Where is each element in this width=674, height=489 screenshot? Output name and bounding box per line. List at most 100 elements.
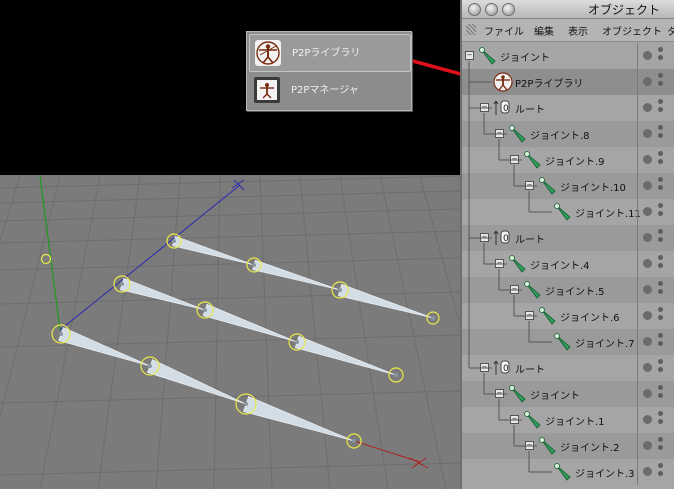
visibility-dots[interactable] bbox=[658, 125, 664, 143]
layer-dot[interactable] bbox=[643, 441, 652, 450]
visibility-dots[interactable] bbox=[658, 255, 664, 273]
popup-item-p2p-manager[interactable]: P2Pマネージャ bbox=[249, 72, 409, 108]
joint-icon bbox=[523, 410, 543, 430]
layer-dot[interactable] bbox=[643, 51, 652, 60]
joint-center-dot bbox=[120, 282, 124, 286]
vitruvian-icon bbox=[255, 40, 281, 66]
collapse-toggle[interactable]: − bbox=[465, 51, 474, 60]
joint-icon bbox=[508, 254, 528, 274]
visibility-dots[interactable] bbox=[658, 437, 664, 455]
collapse-toggle[interactable]: − bbox=[495, 389, 504, 398]
tree-row[interactable]: − 0 ルート bbox=[462, 225, 674, 251]
menu-object[interactable]: オブジェクト bbox=[602, 23, 662, 38]
collapse-toggle[interactable]: − bbox=[495, 129, 504, 138]
layer-dot[interactable] bbox=[643, 467, 652, 476]
tree-row[interactable]: − ジョイント bbox=[462, 381, 674, 407]
joint-center-dot bbox=[394, 373, 398, 377]
layer-dot[interactable] bbox=[643, 259, 652, 268]
visibility-dots[interactable] bbox=[658, 307, 664, 325]
menu-view[interactable]: 表示 bbox=[568, 23, 588, 38]
joint-center-dot bbox=[244, 402, 248, 406]
visibility-dots[interactable] bbox=[658, 463, 664, 481]
collapse-toggle[interactable]: − bbox=[510, 285, 519, 294]
minimize-button[interactable] bbox=[485, 3, 498, 16]
layer-dot[interactable] bbox=[643, 129, 652, 138]
visibility-dots[interactable] bbox=[658, 203, 664, 221]
tree-item-label: ジョイント.3 bbox=[575, 469, 635, 480]
visibility-dots[interactable] bbox=[658, 411, 664, 429]
visibility-dots[interactable] bbox=[658, 73, 664, 91]
window-title-bar[interactable]: オブジェクト bbox=[462, 0, 674, 19]
column-divider bbox=[637, 433, 638, 459]
tree-item-label: ルート bbox=[515, 105, 545, 116]
tree-item-label: ジョイント.5 bbox=[545, 287, 605, 298]
tree-row[interactable]: ジョイント.11 bbox=[462, 199, 674, 225]
visibility-dots[interactable] bbox=[658, 99, 664, 117]
tree-row[interactable]: P2Pライブラリ bbox=[462, 69, 674, 95]
tree-row[interactable]: − ジョイント.8 bbox=[462, 121, 674, 147]
menu-tag[interactable]: タ bbox=[667, 23, 674, 38]
visibility-dots[interactable] bbox=[658, 151, 664, 169]
tree-row[interactable]: − 0 ルート bbox=[462, 355, 674, 381]
collapse-toggle[interactable]: − bbox=[480, 103, 489, 112]
tree-item-label: ジョイント.8 bbox=[530, 131, 590, 142]
tree-row[interactable]: ジョイント.7 bbox=[462, 329, 674, 355]
visibility-dots[interactable] bbox=[658, 333, 664, 351]
tree-item-label: ジョイント.1 bbox=[545, 417, 605, 428]
collapse-toggle[interactable]: − bbox=[480, 233, 489, 242]
visibility-dots[interactable] bbox=[658, 47, 664, 65]
collapse-toggle[interactable]: − bbox=[525, 441, 534, 450]
visibility-dots[interactable] bbox=[658, 229, 664, 247]
layer-dot[interactable] bbox=[643, 233, 652, 242]
tree-row[interactable]: − ジョイント.5 bbox=[462, 277, 674, 303]
collapse-toggle[interactable]: − bbox=[510, 155, 519, 164]
layer-dot[interactable] bbox=[643, 389, 652, 398]
visibility-dots[interactable] bbox=[658, 385, 664, 403]
tree-item-label: ジョイント bbox=[500, 53, 550, 64]
visibility-dots[interactable] bbox=[658, 281, 664, 299]
object-tree[interactable]: − ジョイント P2Pライブラリ − 0 ルート − ジョイント.8 − ジョイント.9 − ジョイン… bbox=[462, 43, 674, 489]
collapse-toggle[interactable]: − bbox=[480, 363, 489, 372]
tree-row[interactable]: − ジョイント.9 bbox=[462, 147, 674, 173]
joint-icon bbox=[538, 176, 558, 196]
menu-edit[interactable]: 編集 bbox=[534, 23, 554, 38]
layer-dot[interactable] bbox=[643, 155, 652, 164]
collapse-toggle[interactable]: − bbox=[525, 311, 534, 320]
joint-icon bbox=[553, 202, 573, 222]
tree-row[interactable]: − ジョイント.1 bbox=[462, 407, 674, 433]
layer-dot[interactable] bbox=[643, 311, 652, 320]
layer-dot[interactable] bbox=[643, 363, 652, 372]
zoom-button[interactable] bbox=[502, 3, 515, 16]
layer-dot[interactable] bbox=[643, 285, 652, 294]
layer-dot[interactable] bbox=[643, 103, 652, 112]
column-divider bbox=[637, 147, 638, 173]
layer-dot[interactable] bbox=[643, 77, 652, 86]
tree-row[interactable]: − ジョイント.10 bbox=[462, 173, 674, 199]
layer-dot[interactable] bbox=[643, 415, 652, 424]
layer-dot[interactable] bbox=[643, 207, 652, 216]
tree-row[interactable]: − ジョイント.2 bbox=[462, 433, 674, 459]
visibility-dots[interactable] bbox=[658, 177, 664, 195]
popup-item-p2p-library[interactable]: P2Pライブラリ bbox=[249, 34, 411, 72]
vitruvian-manager-icon bbox=[254, 77, 280, 103]
joint-icon bbox=[523, 150, 543, 170]
visibility-dots[interactable] bbox=[658, 359, 664, 377]
tree-row[interactable]: − ジョイント bbox=[462, 43, 674, 69]
collapse-toggle[interactable]: − bbox=[495, 259, 504, 268]
column-divider bbox=[637, 199, 638, 225]
tree-row[interactable]: − 0 ルート bbox=[462, 95, 674, 121]
joint-icon bbox=[553, 462, 573, 482]
layer-dot[interactable] bbox=[643, 337, 652, 346]
tree-row[interactable]: − ジョイント.4 bbox=[462, 251, 674, 277]
column-divider bbox=[637, 225, 638, 251]
menu-file[interactable]: ファイル bbox=[484, 23, 524, 38]
collapse-toggle[interactable]: − bbox=[510, 415, 519, 424]
joint-center-dot bbox=[252, 263, 256, 267]
tree-row[interactable]: ジョイント.3 bbox=[462, 459, 674, 485]
grip-icon[interactable] bbox=[466, 24, 476, 35]
collapse-toggle[interactable]: − bbox=[525, 181, 534, 190]
layer-dot[interactable] bbox=[643, 181, 652, 190]
close-button[interactable] bbox=[468, 3, 481, 16]
column-divider bbox=[637, 459, 638, 485]
tree-row[interactable]: − ジョイント.6 bbox=[462, 303, 674, 329]
